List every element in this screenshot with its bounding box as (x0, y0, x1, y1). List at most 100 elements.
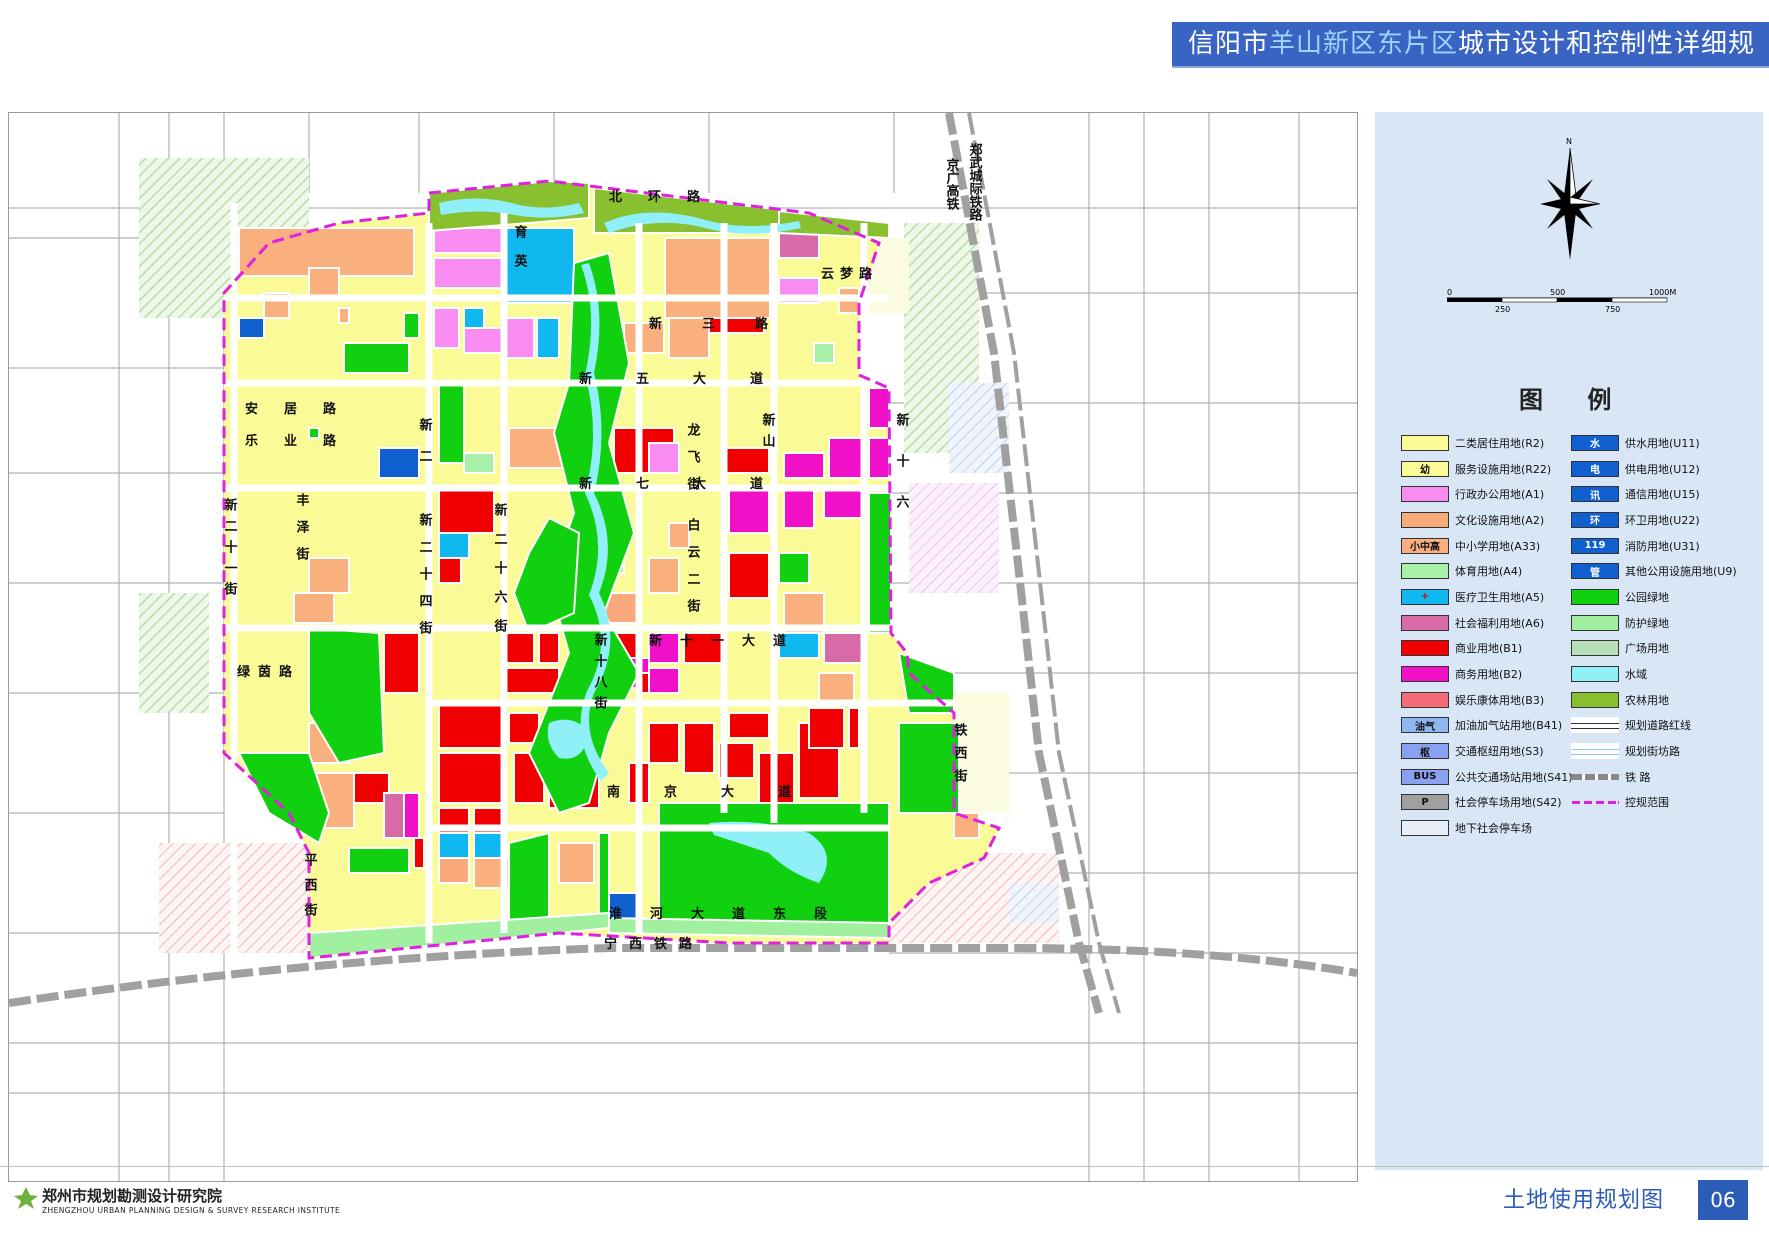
header-title: 信阳市羊山新区东片区城市设计和控制性详细规划 (1172, 22, 1769, 104)
road-label-longfei: 龙飞街 (685, 422, 702, 504)
road-label-ningxi-rail: 宁西铁路 (604, 936, 704, 952)
context-hatch-sw (159, 843, 319, 953)
legend-item: 二类居住用地(R2) (1401, 430, 1573, 456)
legend-label: 防护绿地 (1625, 616, 1669, 630)
road-label-baiyun: 白云二街 (685, 517, 702, 626)
legend-label: 加油加气站用地(B41) (1455, 719, 1563, 733)
legend-swatch (1571, 588, 1619, 605)
legend-item: + 医疗卫生用地(A5) (1401, 584, 1573, 610)
road-label-huaihe: 淮河大道东段 (608, 906, 855, 922)
org-name-cn: 郑州市规划勘测设计研究院 (42, 1187, 223, 1205)
legend-item: 文化设施用地(A2) (1401, 507, 1573, 533)
legend-swatch (1571, 773, 1619, 780)
road-label-nanjing: 南京大道 (607, 784, 835, 800)
legend-item: 控规范围 (1571, 790, 1737, 816)
legend-label: 农林用地 (1625, 693, 1669, 707)
legend-label: 规划道路红线 (1625, 719, 1691, 733)
institute-logo-icon (14, 1187, 38, 1209)
legend-swatch (1571, 640, 1619, 657)
legend-item: 地下社会停车场 (1401, 815, 1573, 841)
legend-column-right: 水供水用地(U11) 电供电用地(U12) 讯通信用地(U15) 环环卫用地(U22)… (1571, 430, 1737, 815)
legend-label: 其他公用设施用地(U9) (1625, 565, 1737, 579)
legend-label: 体育用地(A4) (1455, 565, 1523, 579)
legend-label: 通信用地(U15) (1625, 488, 1700, 502)
legend-item: 管其他公用设施用地(U9) (1571, 558, 1737, 584)
road-label-anju: 安居路 (245, 401, 362, 417)
legend-label: 环卫用地(U22) (1625, 513, 1700, 527)
legend-item: 规划街坊路 (1571, 738, 1737, 764)
legend-swatch (1571, 691, 1619, 708)
context-hatch-e3 (1009, 883, 1059, 923)
legend-label: 商业用地(B1) (1455, 642, 1523, 656)
legend-item: 119 消防用地(U31) (1571, 533, 1737, 559)
road-label-jingguang-rail: 京广高铁 (944, 157, 961, 211)
legend-label: 医疗卫生用地(A5) (1455, 590, 1545, 604)
legend-label: 公共交通场站用地(S41) (1455, 770, 1573, 784)
title-highlight: 羊山新区东片区 (1269, 29, 1459, 59)
legend-swatch (1571, 800, 1619, 804)
road-label-zhengwu-rail: 郑武城际铁路 (967, 142, 984, 221)
legend-item: 水域 (1571, 661, 1737, 687)
legend-item: 广场用地 (1571, 636, 1737, 662)
map-canvas: 北环路 新五大道 新七大道 南京大道 淮河大道东段 宁西铁路 安居路 乐业路 绿… (9, 113, 1357, 1181)
legend-label: 商务用地(B2) (1455, 668, 1523, 682)
legend-item: 行政办公用地(A1) (1401, 481, 1573, 507)
road-label-xin-ershiliu: 新二十六街 (492, 502, 509, 648)
sheet-title: 土地使用规划图 (1503, 1188, 1665, 1213)
legend-swatch (1401, 434, 1449, 451)
road-label-leye: 乐业路 (245, 433, 362, 449)
legend-swatch (1401, 486, 1449, 503)
org-name-en: ZHENGZHOU URBAN PLANNING DESIGN & SURVEY… (42, 1206, 341, 1215)
legend-swatch (1571, 743, 1619, 760)
legend-swatch: 讯 (1571, 486, 1619, 503)
legend-swatch: 管 (1571, 563, 1619, 580)
legend-swatch: 枢 (1401, 743, 1449, 760)
legend-label: 行政办公用地(A1) (1455, 488, 1545, 502)
context-greenbelt-w (139, 593, 209, 713)
legend-swatch: P (1401, 794, 1449, 811)
legend-item: 铁 路 (1571, 764, 1737, 790)
scale-500: 500 (1550, 288, 1565, 297)
road-label-xin-wu: 新五大道 (579, 371, 807, 387)
legend-label: 广场用地 (1625, 642, 1669, 656)
legend-label: 社会福利用地(A6) (1455, 616, 1545, 630)
road-label-tiexi: 铁西街 (952, 722, 969, 792)
road-label-xin-shiba: 新十八街 (592, 632, 609, 717)
legend-swatch (1401, 666, 1449, 683)
legend-label: 规划街坊路 (1625, 745, 1680, 759)
legend-swatch (1571, 717, 1619, 734)
legend-swatch (1571, 666, 1619, 683)
scale-1000: 1000M (1649, 288, 1676, 297)
legend-label: 控规范围 (1625, 796, 1669, 810)
scale-0: 0 (1447, 288, 1452, 297)
legend-item: 幼服务设施用地(R22) (1401, 456, 1573, 482)
legend-swatch: + (1401, 588, 1449, 605)
header-underline (1172, 66, 1769, 68)
legend-swatch: 119 (1571, 537, 1619, 554)
legend-item: 水供水用地(U11) (1571, 430, 1737, 456)
road-label-north-ring: 北环路 (609, 189, 726, 205)
compass-north-label: N (1566, 137, 1572, 146)
legend-heading: 图 例 (1519, 386, 1630, 414)
legend-swatch (1401, 563, 1449, 580)
legend-swatch: 环 (1571, 511, 1619, 528)
land-use-map[interactable]: 北环路 新五大道 新七大道 南京大道 淮河大道东段 宁西铁路 安居路 乐业路 绿… (8, 112, 1358, 1182)
legend-label: 社会停车场用地(S42) (1455, 796, 1562, 810)
legend-swatch (1401, 614, 1449, 631)
road-label-xin-ershisi: 新二十四街 (417, 512, 434, 648)
legend-item: 商务用地(B2) (1401, 661, 1573, 687)
legend-label: 公园绿地 (1625, 590, 1669, 604)
scale-bar: 0 500 1000M 250 750 (1447, 288, 1676, 314)
legend-swatch (1571, 614, 1619, 631)
north-arrow-icon: N (1540, 137, 1601, 260)
legend-label: 文化设施用地(A2) (1455, 513, 1545, 527)
legend-item: 讯通信用地(U15) (1571, 481, 1737, 507)
legend-label: 铁 路 (1625, 770, 1651, 784)
legend-item: 电供电用地(U12) (1571, 456, 1737, 482)
legend-label: 消防用地(U31) (1625, 539, 1700, 553)
legend-item: 娱乐康体用地(B3) (1401, 687, 1573, 713)
legend-column-left: 二类居住用地(R2) 幼服务设施用地(R22) 行政办公用地(A1) 文化设施用地(A… (1401, 430, 1573, 841)
context-hatch-e1 (909, 483, 999, 593)
legend-swatch (1401, 820, 1449, 837)
legend-item: 枢交通枢纽用地(S3) (1401, 738, 1573, 764)
